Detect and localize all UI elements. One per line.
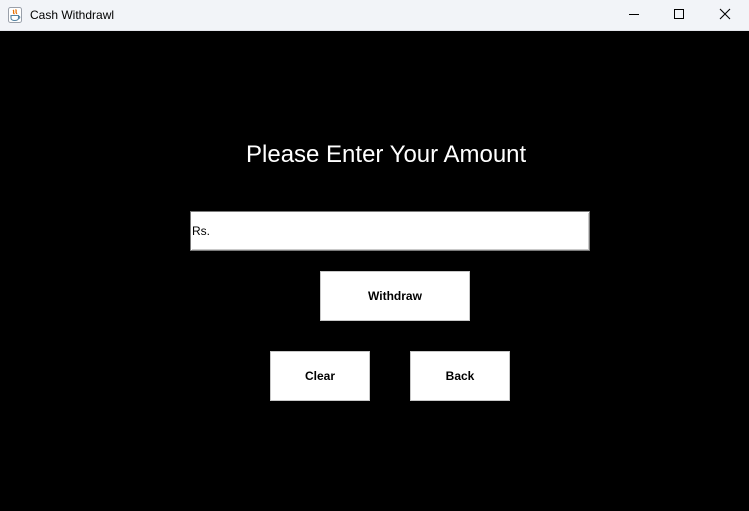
close-button[interactable]: [702, 0, 748, 31]
amount-input[interactable]: [190, 211, 590, 251]
maximize-button[interactable]: [656, 0, 702, 31]
minimize-button[interactable]: [611, 0, 657, 31]
cash-withdrawl-window: Cash Withdrawl Please Enter Your Amount …: [0, 0, 749, 511]
close-icon: [719, 7, 731, 25]
withdrawal-panel: Please Enter Your Amount Withdraw Clear …: [0, 31, 749, 511]
maximize-icon: [673, 7, 685, 25]
window-title: Cash Withdrawl: [30, 8, 115, 22]
withdraw-button[interactable]: Withdraw: [320, 271, 470, 321]
clear-button[interactable]: Clear: [270, 351, 370, 401]
java-cup-icon: [8, 7, 22, 23]
minimize-icon: [628, 7, 640, 25]
page-title: Please Enter Your Amount: [246, 141, 527, 168]
back-button[interactable]: Back: [410, 351, 510, 401]
title-bar[interactable]: Cash Withdrawl: [0, 0, 749, 31]
